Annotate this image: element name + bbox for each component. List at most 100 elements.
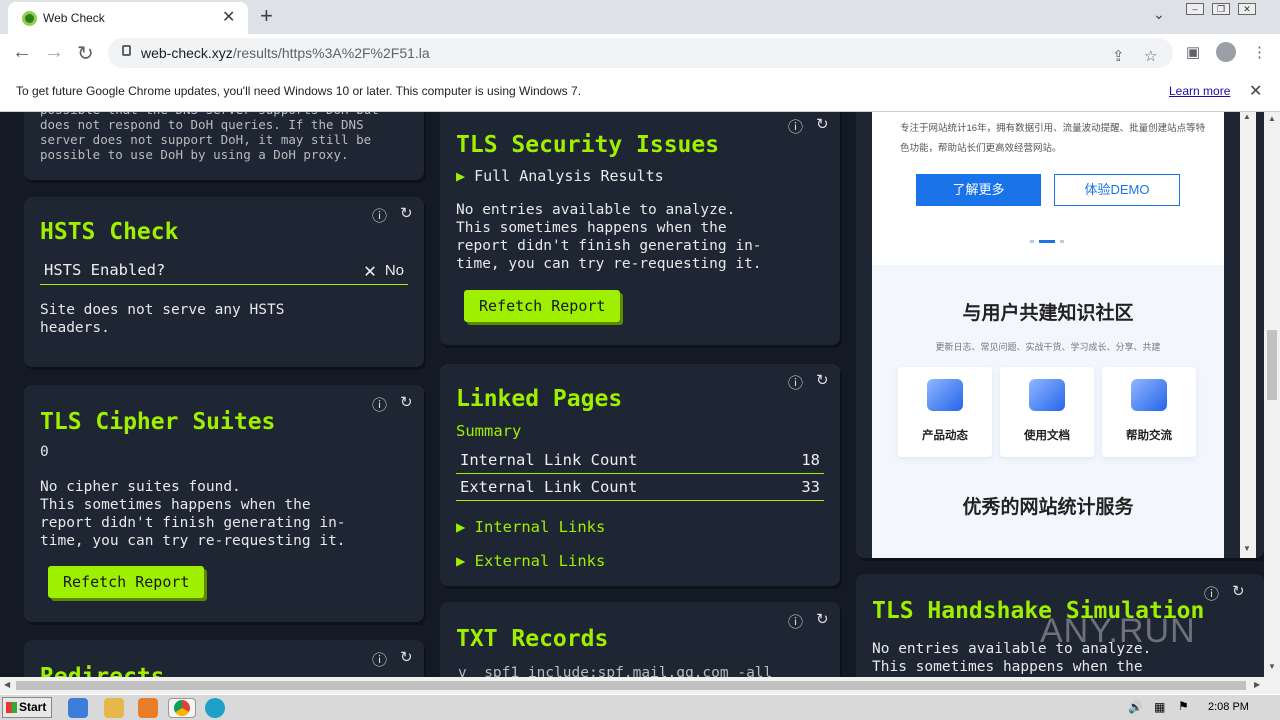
chrome-taskbar-icon[interactable] — [168, 698, 196, 718]
tab-search-chevron-icon[interactable]: ⌄ — [1153, 6, 1165, 23]
windows-taskbar: Start 🔊 ▦ ⚑ 2:08 PM — [0, 694, 1280, 720]
page-horizontal-scrollbar[interactable]: ◀ ▶ — [0, 677, 1280, 694]
windows-logo-icon — [6, 702, 17, 713]
restore-icon[interactable]: ❐ — [1212, 3, 1230, 15]
close-tab-icon[interactable]: ✕ — [222, 7, 235, 27]
linked-pages-title: Linked Pages — [456, 386, 623, 412]
cross-icon: ✕ — [363, 258, 376, 282]
info-icon[interactable]: ⓘ — [788, 372, 803, 393]
row-label: External Link Count — [460, 478, 638, 496]
start-button[interactable]: Start — [2, 697, 52, 718]
learn-more-link[interactable]: Learn more — [1169, 84, 1230, 98]
cipher-count: 0 — [40, 444, 49, 460]
ad-heading-2: 优秀的网站统计服务 — [962, 497, 1134, 518]
refetch-report-button[interactable]: Refetch Report — [464, 290, 621, 322]
ie-icon[interactable] — [68, 698, 88, 718]
side-panel-icon[interactable]: ▣ — [1186, 43, 1200, 61]
lock-icon[interactable] — [122, 45, 131, 56]
infobar-message: To get future Google Chrome updates, you… — [16, 84, 582, 98]
info-icon[interactable]: ⓘ — [788, 611, 803, 632]
profile-avatar-icon[interactable] — [1216, 42, 1236, 62]
page-vertical-scrollbar[interactable]: ▲ ▼ — [1264, 112, 1280, 677]
ad-scrollbar[interactable]: ▲ ▼ — [1240, 112, 1256, 558]
info-icon[interactable]: ⓘ — [372, 649, 387, 670]
refresh-icon[interactable]: ↻ — [816, 610, 829, 628]
full-analysis-toggle[interactable]: ▶ Full Analysis Results — [456, 167, 664, 185]
scroll-thumb[interactable] — [1267, 330, 1277, 400]
demo-ad-button[interactable]: 体验DEMO — [1054, 174, 1180, 206]
browser-toolbar: ← → ↻ web-check.xyz/results/https%3A%2F%… — [0, 34, 1280, 72]
refresh-icon[interactable]: ↻ — [400, 393, 413, 411]
refresh-icon[interactable]: ↻ — [816, 371, 829, 389]
feature-label: 帮助交流 — [1126, 430, 1172, 442]
feature-label: 使用文档 — [1024, 430, 1070, 442]
learn-more-ad-button[interactable]: 了解更多 — [916, 174, 1041, 206]
txt-records-card: ⓘ ↻ TXT Records v spf1 include:spf.mail.… — [440, 602, 840, 677]
carousel-dots[interactable] — [1030, 240, 1070, 243]
favicon-icon — [22, 11, 37, 26]
ad-heading: 与用户共建知识社区 — [962, 303, 1134, 324]
summary-label: Summary — [456, 422, 522, 440]
network-icon[interactable]: ▦ — [1154, 700, 1165, 714]
refresh-icon[interactable]: ↻ — [816, 115, 829, 133]
window-close-icon[interactable]: ✕ — [1238, 3, 1256, 15]
redirects-title: Redirects — [40, 664, 165, 677]
tls-security-card: ⓘ ↻ TLS Security Issues ▶ Full Analysis … — [440, 112, 840, 345]
infobar-close-icon[interactable]: ✕ — [1249, 81, 1262, 101]
watermark-logo: ANY.RUN — [1040, 612, 1196, 650]
edge-icon[interactable] — [205, 698, 225, 718]
internal-link-count-row: Internal Link Count 18 — [456, 447, 824, 474]
info-icon[interactable]: ⓘ — [372, 394, 387, 415]
refresh-icon[interactable]: ↻ — [400, 204, 413, 222]
advert-frame: 专注于网站统计16年，拥有数据引用、流量波动提醒、批量创建站点等特色功能，帮助站… — [872, 112, 1224, 558]
tab-strip: Web Check ✕ + ⌄ – ❐ ✕ — [0, 0, 1280, 34]
tab-web-check[interactable]: Web Check ✕ — [8, 2, 248, 34]
info-icon[interactable]: ⓘ — [788, 116, 803, 137]
reload-icon[interactable]: ↻ — [77, 41, 94, 66]
back-icon[interactable]: ← — [12, 41, 32, 64]
cipher-text: No cipher suites found. This sometimes h… — [40, 479, 346, 549]
feature-help[interactable]: 帮助交流 — [1102, 367, 1196, 457]
txt-records-title: TXT Records — [456, 626, 609, 652]
row-value: 33 — [801, 478, 820, 496]
row-label: Internal Link Count — [460, 451, 638, 469]
refetch-report-button[interactable]: Refetch Report — [48, 566, 205, 598]
txt-record-value: v spf1 include:spf.mail.qq.com -all — [458, 665, 773, 677]
explorer-icon[interactable] — [104, 698, 124, 718]
refresh-icon[interactable]: ↻ — [400, 648, 413, 666]
feature-docs[interactable]: 使用文档 — [1000, 367, 1094, 457]
share-icon[interactable]: ⇪ — [1112, 47, 1125, 65]
info-icon[interactable]: ⓘ — [1204, 583, 1219, 604]
product-news-icon — [927, 379, 963, 411]
cipher-title: TLS Cipher Suites — [40, 409, 276, 435]
feature-label: 产品动态 — [922, 430, 968, 442]
hsts-title: HSTS Check — [40, 219, 179, 245]
menu-dots-icon[interactable]: ⋮ — [1252, 43, 1267, 61]
new-tab-icon[interactable]: + — [260, 3, 273, 29]
help-icon — [1131, 379, 1167, 411]
dns-card: possible that the DNS server supports Do… — [24, 112, 424, 180]
refresh-icon[interactable]: ↻ — [1232, 582, 1245, 600]
docs-icon — [1029, 379, 1065, 411]
tls-security-text: No entries available to analyze. This so… — [456, 202, 762, 272]
update-infobar: To get future Google Chrome updates, you… — [0, 72, 1280, 112]
forward-icon[interactable]: → — [44, 41, 64, 64]
ad-top-text: 专注于网站统计16年，拥有数据引用、流量波动提醒、批量创建站点等特色功能，帮助站… — [900, 123, 1206, 154]
taskbar-clock[interactable]: 2:08 PM — [1208, 701, 1249, 713]
action-center-flag-icon[interactable]: ⚑ — [1178, 699, 1189, 713]
external-links-toggle[interactable]: ▶ External Links — [456, 552, 605, 570]
bookmark-star-icon[interactable]: ☆ — [1144, 47, 1157, 65]
internal-links-toggle[interactable]: ▶ Internal Links — [456, 518, 605, 536]
feature-product-news[interactable]: 产品动态 — [898, 367, 992, 457]
redirects-card: ⓘ ↻ Redirects — [24, 640, 424, 677]
minimize-icon[interactable]: – — [1186, 3, 1204, 15]
tls-security-title: TLS Security Issues — [456, 132, 720, 158]
cipher-card: ⓘ ↻ TLS Cipher Suites 0 No cipher suites… — [24, 385, 424, 622]
media-player-icon[interactable] — [138, 698, 158, 718]
address-bar[interactable]: web-check.xyz/results/https%3A%2F%2F51.l… — [108, 38, 1173, 68]
volume-icon[interactable]: 🔊 — [1128, 700, 1143, 714]
linked-pages-card: ⓘ ↻ Linked Pages Summary Internal Link C… — [440, 364, 840, 586]
scroll-thumb[interactable] — [16, 681, 1246, 690]
info-icon[interactable]: ⓘ — [372, 205, 387, 226]
url-text: web-check.xyz/results/https%3A%2F%2F51.l… — [141, 45, 430, 61]
